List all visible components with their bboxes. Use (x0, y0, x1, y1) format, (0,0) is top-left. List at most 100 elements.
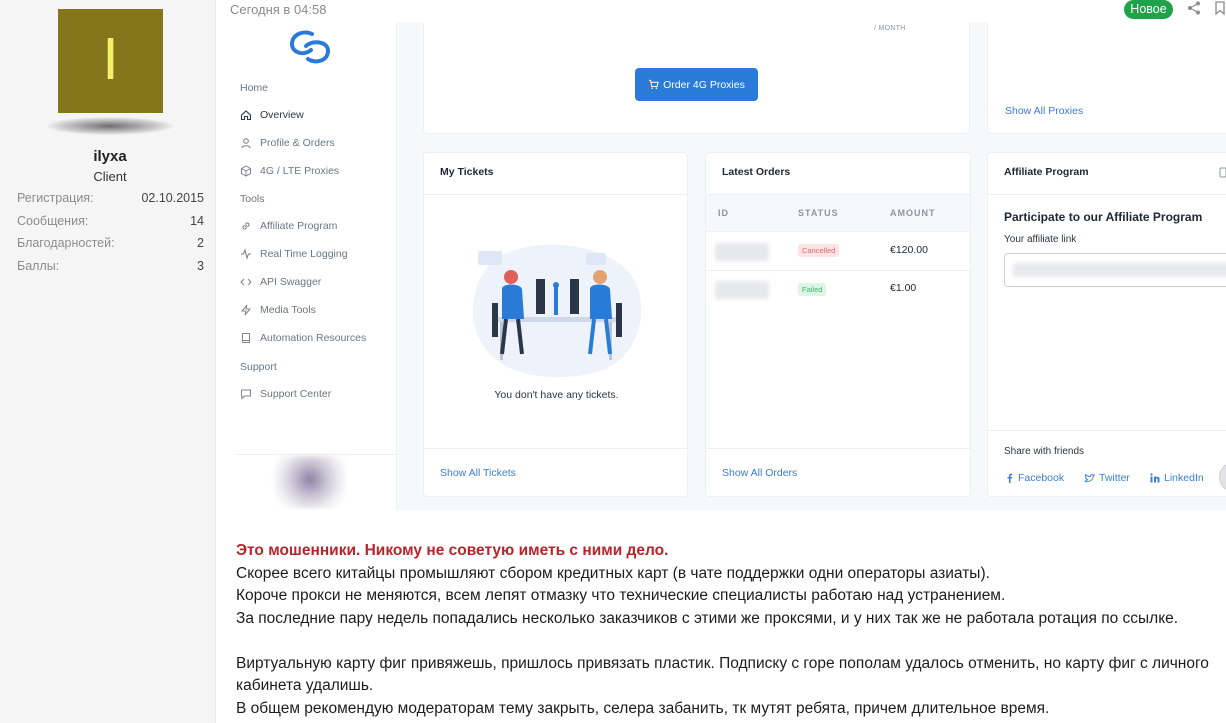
post-date[interactable]: Сегодня в 04:58 (230, 2, 326, 17)
forum-post: I ilyxa Client Регистрация: 02.10.2015 Со… (0, 0, 1226, 723)
attached-screenshot[interactable]: Home Overview Profile & Orders 4G / LTE … (230, 22, 1226, 510)
blurred-avatar (273, 456, 347, 508)
facebook-icon (1007, 473, 1013, 483)
divider (424, 448, 687, 449)
twitter-icon (1084, 473, 1095, 482)
nav-item-support-center[interactable]: Support Center (240, 388, 331, 400)
twitter-label: Twitter (1099, 472, 1130, 484)
stat-thanks: Благодарностей: 2 (17, 234, 204, 257)
affiliate-link-field[interactable] (1004, 253, 1226, 287)
divider (988, 430, 1226, 431)
column-amount: AMOUNT (890, 208, 936, 218)
user-icon (241, 138, 251, 149)
order-id-redacted (715, 281, 769, 299)
affiliate-title: Affiliate Program (1004, 166, 1089, 178)
activity-icon (241, 248, 251, 260)
no-tickets-text: You don't have any tickets. (494, 389, 619, 401)
cube-icon (241, 165, 251, 177)
nav-label: Affiliate Program (260, 220, 338, 232)
show-all-orders-link[interactable]: Show All Orders (722, 467, 797, 479)
stat-registration: Регистрация: 02.10.2015 (17, 189, 204, 212)
nav-item-logging[interactable]: Real Time Logging (240, 248, 348, 260)
nav-label: Automation Resources (260, 332, 367, 344)
nav-label: Support Center (260, 388, 332, 400)
share-facebook-link[interactable]: Facebook (1005, 472, 1064, 484)
divider (236, 454, 396, 455)
chat-icon (241, 389, 251, 400)
nav-label: 4G / LTE Proxies (260, 165, 340, 177)
column-status: STATUS (798, 208, 839, 218)
tickets-card: My Tickets You don't have any tickets. S… (423, 152, 688, 497)
orders-title: Latest Orders (722, 166, 791, 178)
code-icon (240, 278, 252, 286)
nav-label: Real Time Logging (260, 248, 348, 260)
show-all-tickets-link[interactable]: Show All Tickets (440, 467, 516, 479)
share-twitter-link[interactable]: Twitter (1084, 472, 1130, 484)
nav-item-profile[interactable]: Profile & Orders (240, 137, 335, 149)
affiliate-card: Affiliate Program Participate to our Aff… (987, 152, 1226, 497)
cart-icon (649, 79, 659, 89)
status-badge: Failed (798, 283, 827, 296)
stat-label: Сообщения: (17, 213, 89, 228)
share-linkedin-link[interactable]: LinkedIn (1150, 472, 1204, 484)
affiliate-heading: Participate to our Affiliate Program (1004, 210, 1203, 224)
nav-label: API Swagger (260, 276, 322, 288)
order-amount: €1.00 (890, 282, 917, 294)
book-icon (242, 333, 250, 343)
per-month-label: / MONTH (874, 25, 906, 32)
redacted-link (1013, 263, 1226, 277)
stat-points: Баллы: 3 (17, 257, 204, 280)
home-icon (240, 110, 252, 121)
brand-logo-icon (289, 30, 331, 64)
post-line: Виртуальную карту фиг привяжешь, пришлос… (236, 654, 1209, 672)
stat-label: Регистрация: (17, 191, 94, 205)
divider (706, 270, 970, 271)
link-icon (242, 222, 250, 230)
copy-icon[interactable] (1219, 167, 1226, 178)
linkedin-label: LinkedIn (1164, 472, 1204, 484)
order-amount: €120.00 (890, 244, 928, 256)
nav-item-media[interactable]: Media Tools (240, 304, 316, 316)
show-all-proxies-link[interactable]: Show All Proxies (1005, 105, 1083, 117)
tickets-title: My Tickets (440, 166, 494, 178)
stat-value: 02.10.2015 (141, 191, 204, 205)
avatar-shadow (46, 117, 174, 135)
stat-label: Баллы: (17, 258, 60, 273)
share-icon[interactable] (1187, 1, 1201, 15)
status-badge: Cancelled (798, 244, 840, 257)
stat-label: Благодарностей: (17, 236, 115, 250)
facebook-label: Facebook (1018, 472, 1065, 484)
user-stats: Регистрация: 02.10.2015 Сообщения: 14 Благ… (17, 189, 204, 279)
order-4g-proxies-button[interactable]: Order 4G Proxies (635, 68, 758, 101)
divider (706, 231, 970, 232)
stat-value: 3 (197, 258, 204, 273)
post-warning-line: Это мошенники. Никому не советую иметь с… (236, 542, 669, 559)
post-body: Это мошенники. Никому не советую иметь с… (236, 540, 1226, 720)
affiliate-link-label: Your affiliate link (1004, 234, 1077, 245)
order-id-redacted (715, 243, 769, 261)
lightning-icon (240, 304, 252, 316)
post-line: Скорее всего китайцы промышляют сбором к… (236, 564, 990, 582)
user-panel: I ilyxa Client Регистрация: 02.10.2015 Со… (0, 0, 216, 723)
nav-label: Overview (260, 109, 304, 121)
nav-item-affiliate[interactable]: Affiliate Program (240, 220, 337, 232)
nav-item-proxies[interactable]: 4G / LTE Proxies (240, 165, 339, 177)
column-id: ID (718, 208, 729, 218)
dashboard-sidebar: Home Overview Profile & Orders 4G / LTE … (230, 22, 397, 510)
avatar-letter: I (102, 28, 119, 93)
nav-item-overview[interactable]: Overview (240, 109, 304, 121)
username[interactable]: ilyxa (0, 148, 220, 165)
divider (706, 448, 970, 449)
user-role: Client (93, 169, 127, 184)
nav-item-automation[interactable]: Automation Resources (240, 332, 366, 344)
linkedin-icon (1150, 473, 1160, 483)
stat-value: 14 (190, 213, 204, 228)
nav-section-tools: Tools (240, 193, 265, 205)
nav-item-swagger[interactable]: API Swagger (240, 276, 321, 288)
stat-value: 2 (197, 236, 204, 250)
post-line: За последние пару недель попадались неск… (236, 609, 1179, 627)
nav-label: Media Tools (260, 304, 316, 316)
bookmark-icon[interactable] (1214, 1, 1226, 15)
avatar[interactable]: I (58, 9, 163, 113)
